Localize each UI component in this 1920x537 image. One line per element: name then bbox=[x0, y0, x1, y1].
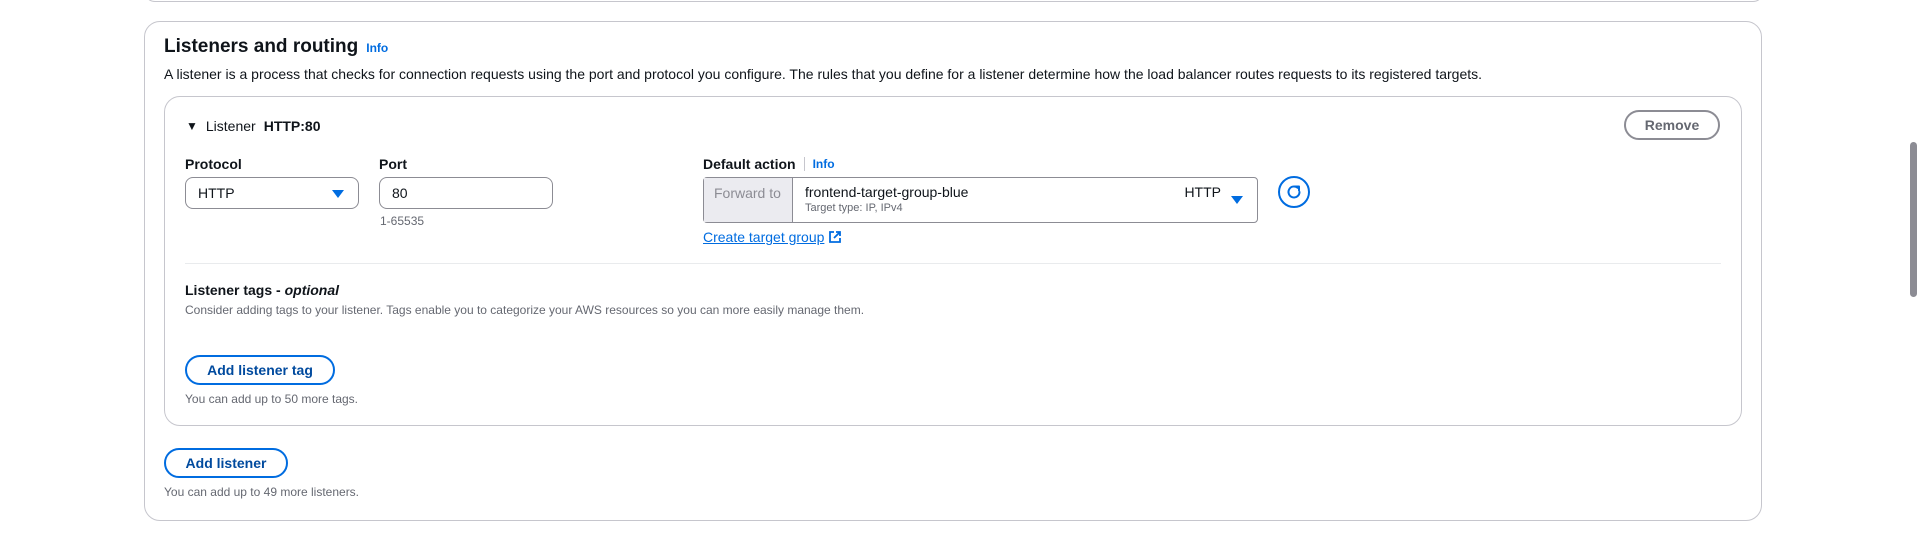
previous-section-card bbox=[144, 0, 1764, 2]
tags-limit-note: You can add up to 50 more tags. bbox=[185, 392, 359, 406]
protocol-value: HTTP bbox=[198, 185, 235, 201]
remove-listener-button[interactable]: Remove bbox=[1624, 110, 1720, 140]
add-listener-button[interactable]: Add listener bbox=[164, 448, 288, 478]
listener-heading-value: HTTP:80 bbox=[263, 118, 321, 134]
listener-header[interactable]: ▼ Listener HTTP:80 bbox=[186, 118, 321, 134]
listener-heading-prefix: Listener bbox=[205, 118, 256, 134]
dropdown-triangle-icon bbox=[332, 190, 344, 198]
divider-bar bbox=[803, 157, 805, 171]
section-title: Listeners and routing bbox=[164, 36, 359, 57]
create-target-group-label: Create target group bbox=[703, 229, 825, 245]
listener-tags-description: Consider adding tags to your listener. T… bbox=[185, 303, 865, 317]
info-link[interactable]: Info bbox=[366, 41, 388, 55]
port-input[interactable]: 80 bbox=[379, 177, 553, 209]
dropdown-triangle-icon bbox=[1231, 196, 1243, 204]
listener-container bbox=[164, 96, 1742, 426]
refresh-button[interactable] bbox=[1278, 176, 1310, 208]
forward-to-label: Forward to bbox=[704, 178, 793, 222]
default-action-select[interactable]: Forward to frontend-target-group-blue Ta… bbox=[703, 177, 1258, 223]
caret-down-icon[interactable]: ▼ bbox=[186, 119, 198, 133]
protocol-label: Protocol bbox=[185, 156, 242, 172]
port-hint: 1-65535 bbox=[380, 214, 425, 228]
scrollbar-thumb[interactable] bbox=[1910, 142, 1917, 297]
listener-tags-optional: optional bbox=[284, 282, 340, 298]
refresh-icon bbox=[1287, 185, 1301, 199]
section-header: Listeners and routing Info bbox=[164, 36, 388, 58]
divider bbox=[185, 263, 1721, 264]
create-target-group-link[interactable]: Create target group bbox=[703, 229, 842, 245]
target-group-detail: Target type: IP, IPv4 bbox=[805, 202, 903, 214]
section-description: A listener is a process that checks for … bbox=[164, 66, 1483, 82]
protocol-select[interactable]: HTTP bbox=[185, 177, 359, 209]
listener-tags-title: Listener tags - optional bbox=[185, 282, 339, 298]
default-action-info-link[interactable]: Info bbox=[813, 157, 835, 171]
add-listener-tag-button[interactable]: Add listener tag bbox=[185, 355, 335, 385]
listener-tags-title-text: Listener tags - bbox=[185, 282, 285, 298]
target-group-select[interactable]: frontend-target-group-blue Target type: … bbox=[793, 178, 1257, 222]
default-action-label-row: Default action Info bbox=[703, 156, 835, 172]
external-link-icon bbox=[829, 231, 842, 243]
target-group-protocol: HTTP bbox=[1184, 184, 1221, 200]
target-group-name: frontend-target-group-blue bbox=[805, 184, 969, 200]
listeners-limit-note: You can add up to 49 more listeners. bbox=[164, 485, 360, 499]
scrollbar[interactable] bbox=[1906, 0, 1920, 537]
default-action-label: Default action bbox=[703, 156, 796, 172]
port-label: Port bbox=[379, 156, 407, 172]
